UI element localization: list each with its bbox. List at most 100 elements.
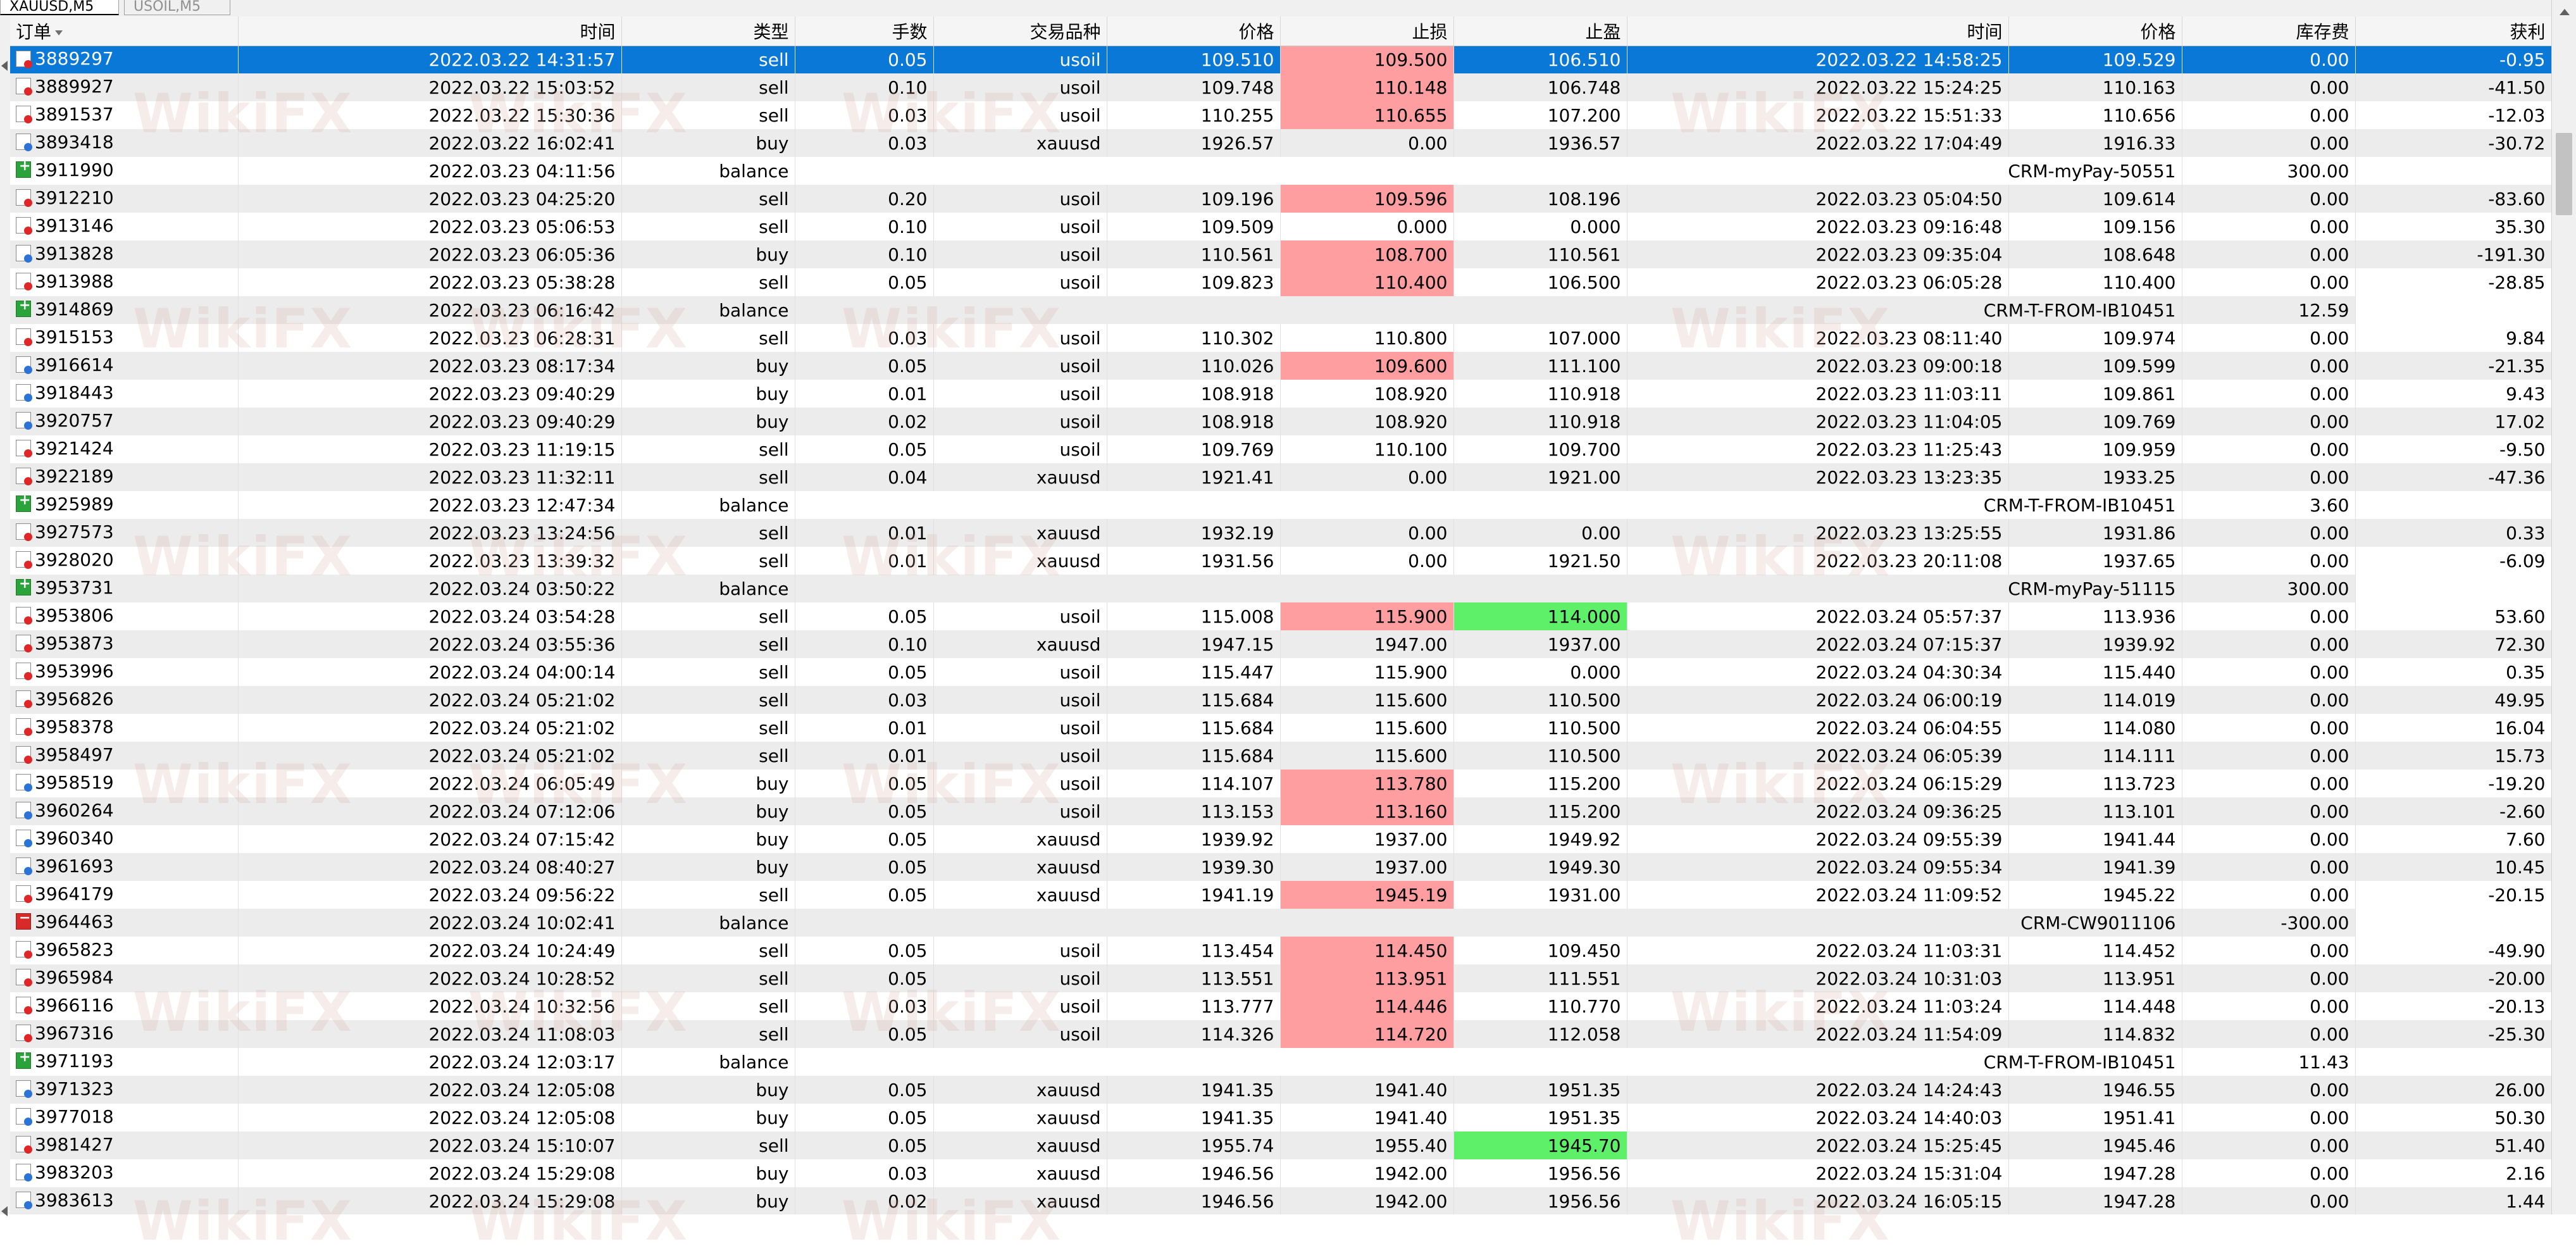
table-row[interactable]: 3925989 2022.03.23 12:47:34balanceCRM-T-F… bbox=[10, 491, 2551, 519]
table-row[interactable]: 3981427 2022.03.24 15:10:07 sell 0.05 xauusd… bbox=[10, 1131, 2551, 1159]
cell-open-time: 2022.03.24 09:56:22 bbox=[238, 881, 622, 909]
cell-profit: -41.50 bbox=[2355, 73, 2551, 101]
col-header-swap[interactable]: 库存费 bbox=[2182, 16, 2356, 46]
table-row[interactable]: 3916614 2022.03.23 08:17:34 buy 0.05 usoil 11… bbox=[10, 352, 2551, 380]
cell-take-profit: 112.058 bbox=[1453, 1020, 1627, 1048]
table-row[interactable]: 3977018 2022.03.24 12:05:08 buy 0.05 xauusd 1… bbox=[10, 1104, 2551, 1131]
table-row[interactable]: 3915153 2022.03.23 06:28:31 sell 0.03 usoil 1… bbox=[10, 324, 2551, 352]
table-row[interactable]: 3893418 2022.03.22 16:02:41 buy 0.03 xauusd 1… bbox=[10, 129, 2551, 157]
vertical-scrollbar[interactable] bbox=[2551, 0, 2576, 1214]
tab-xauusd-m5[interactable]: XAUUSD,M5 bbox=[0, 0, 119, 15]
cell-profit: 15.73 bbox=[2355, 742, 2551, 770]
table-row[interactable]: 3912210 2022.03.23 04:25:20 sell 0.20 usoil 1… bbox=[10, 185, 2551, 213]
table-row[interactable]: 3971193 2022.03.24 12:03:17balanceCRM-T-F… bbox=[10, 1048, 2551, 1076]
cell-open-time: 2022.03.23 05:06:53 bbox=[238, 213, 622, 240]
ticket-number: 3911990 bbox=[35, 159, 114, 180]
cell-open-price: 1941.35 bbox=[1107, 1104, 1281, 1131]
cell-take-profit: 1945.70 bbox=[1453, 1131, 1627, 1159]
table-row[interactable]: 3953731 2022.03.24 03:50:22balanceCRM-myP… bbox=[10, 575, 2551, 602]
table-row[interactable]: 3891537 2022.03.22 15:30:36 sell 0.03 usoil 1… bbox=[10, 101, 2551, 129]
table-row[interactable]: 3983613 2022.03.24 15:29:08 buy 0.02 xauusd 1… bbox=[10, 1187, 2551, 1214]
table-row[interactable]: 3964463 2022.03.24 10:02:41balanceCRM-CW9… bbox=[10, 909, 2551, 937]
cell-close-price: 109.614 bbox=[2008, 185, 2182, 213]
cell-take-profit: 106.510 bbox=[1453, 46, 1627, 73]
table-row[interactable]: 3956826 2022.03.24 05:21:02 sell 0.03 usoil 1… bbox=[10, 686, 2551, 714]
table-row[interactable]: 3958378 2022.03.24 05:21:02 sell 0.01 usoil 1… bbox=[10, 714, 2551, 742]
col-header-volume[interactable]: 手数 bbox=[795, 16, 934, 46]
table-row[interactable]: 3966116 2022.03.24 10:32:56 sell 0.03 usoil 1… bbox=[10, 992, 2551, 1020]
cell-open-time: 2022.03.23 13:39:32 bbox=[238, 547, 622, 575]
col-header-symbol[interactable]: 交易品种 bbox=[933, 16, 1107, 46]
cell-open-price: 109.196 bbox=[1107, 185, 1281, 213]
table-row[interactable]: 3953873 2022.03.24 03:55:36 sell 0.10 xauusd… bbox=[10, 630, 2551, 658]
cell-profit: -2.60 bbox=[2355, 797, 2551, 825]
cell-type: buy bbox=[621, 770, 795, 797]
table-row[interactable]: 3953996 2022.03.24 04:00:14 sell 0.05 usoil 1… bbox=[10, 658, 2551, 686]
table-row[interactable]: 3971323 2022.03.24 12:05:08 buy 0.05 xauusd 1… bbox=[10, 1076, 2551, 1104]
collapse-arrow-icon[interactable] bbox=[1, 1206, 8, 1216]
cell-symbol: xauusd bbox=[933, 1159, 1107, 1187]
table-row[interactable]: 3953806 2022.03.24 03:54:28 sell 0.05 usoil 1… bbox=[10, 602, 2551, 630]
table-row[interactable]: 3913828 2022.03.23 06:05:36 buy 0.10 usoil 11… bbox=[10, 240, 2551, 268]
table-row[interactable]: 3965823 2022.03.24 10:24:49 sell 0.05 usoil 1… bbox=[10, 937, 2551, 964]
col-header-stop-loss[interactable]: 止损 bbox=[1280, 16, 1454, 46]
col-header-open-price[interactable]: 价格 bbox=[1107, 16, 1281, 46]
col-header-close-time[interactable]: 时间 bbox=[1627, 16, 2009, 46]
table-row[interactable]: 3967316 2022.03.24 11:08:03 sell 0.05 usoil 1… bbox=[10, 1020, 2551, 1048]
table-row[interactable]: 3961693 2022.03.24 08:40:27 buy 0.05 xauusd 1… bbox=[10, 853, 2551, 881]
table-row[interactable]: 3911990 2022.03.23 04:11:56balanceCRM-myP… bbox=[10, 157, 2551, 185]
ticket-number: 3912210 bbox=[35, 187, 114, 208]
table-row[interactable]: 3889927 2022.03.22 15:03:52 sell 0.10 usoil 1… bbox=[10, 73, 2551, 101]
cell-volume: 0.05 bbox=[795, 435, 934, 463]
cell-symbol: xauusd bbox=[933, 463, 1107, 491]
scroll-thumb[interactable] bbox=[2556, 133, 2572, 215]
cell-close-time: 2022.03.23 13:23:35 bbox=[1627, 463, 2009, 491]
table-row[interactable]: 3914869 2022.03.23 06:16:42balanceCRM-T-F… bbox=[10, 296, 2551, 324]
table-row[interactable]: 3928020 2022.03.23 13:39:32 sell 0.01 xauusd… bbox=[10, 547, 2551, 575]
table-row[interactable]: 3927573 2022.03.23 13:24:56 sell 0.01 xauusd… bbox=[10, 519, 2551, 547]
cell-type: sell bbox=[621, 964, 795, 992]
cell-swap: 0.00 bbox=[2182, 352, 2356, 380]
table-row[interactable]: 3913988 2022.03.23 05:38:28 sell 0.05 usoil 1… bbox=[10, 268, 2551, 296]
table-row[interactable]: 3958497 2022.03.24 05:21:02 sell 0.01 usoil 1… bbox=[10, 742, 2551, 770]
table-row[interactable]: 3964179 2022.03.24 09:56:22 sell 0.05 xauusd… bbox=[10, 881, 2551, 909]
table-row[interactable]: 3965984 2022.03.24 10:28:52 sell 0.05 usoil 1… bbox=[10, 964, 2551, 992]
cell-symbol: usoil bbox=[933, 770, 1107, 797]
cell-close-price: 1939.92 bbox=[2008, 630, 2182, 658]
cell-open-time: 2022.03.23 06:16:42 bbox=[238, 296, 622, 324]
col-header-take-profit[interactable]: 止盈 bbox=[1453, 16, 1627, 46]
cell-type: sell bbox=[621, 101, 795, 129]
cell-symbol: usoil bbox=[933, 324, 1107, 352]
cell-open-price: 115.447 bbox=[1107, 658, 1281, 686]
cell-symbol: usoil bbox=[933, 408, 1107, 435]
col-header-open-time[interactable]: 时间 bbox=[238, 16, 622, 46]
col-header-profit[interactable]: 获利 bbox=[2355, 16, 2551, 46]
table-row[interactable]: 3958519 2022.03.24 06:05:49 buy 0.05 usoil 11… bbox=[10, 770, 2551, 797]
cell-type: sell bbox=[621, 742, 795, 770]
table-row[interactable]: 3920757 2022.03.23 09:40:29 buy 0.02 usoil 10… bbox=[10, 408, 2551, 435]
col-header-type[interactable]: 类型 bbox=[621, 16, 795, 46]
tab-usoil-m5[interactable]: USOIL,M5 bbox=[124, 0, 230, 15]
table-row[interactable]: 3922189 2022.03.23 11:32:11 sell 0.04 xauusd… bbox=[10, 463, 2551, 491]
table-row[interactable]: 3918443 2022.03.23 09:40:29 buy 0.01 usoil 10… bbox=[10, 380, 2551, 408]
cell-stop-loss: 1942.00 bbox=[1280, 1159, 1454, 1187]
cell-close-price: 109.156 bbox=[2008, 213, 2182, 240]
col-header-ticket[interactable]: 订单 bbox=[10, 16, 239, 46]
collapse-arrow-icon[interactable] bbox=[1, 61, 8, 71]
col-header-close-price[interactable]: 价格 bbox=[2008, 16, 2182, 46]
table-row[interactable]: 3913146 2022.03.23 05:06:53 sell 0.10 usoil 1… bbox=[10, 213, 2551, 240]
cell-stop-loss: 108.700 bbox=[1280, 240, 1454, 268]
table-row[interactable]: 3889297 2022.03.22 14:31:57 sell 0.05 usoil 1… bbox=[10, 46, 2551, 73]
scroll-up-icon[interactable] bbox=[2552, 0, 2576, 25]
cell-open-price: 108.918 bbox=[1107, 380, 1281, 408]
table-row[interactable]: 3983203 2022.03.24 15:29:08 buy 0.03 xauusd 1… bbox=[10, 1159, 2551, 1187]
cell-open-time: 2022.03.22 15:03:52 bbox=[238, 73, 622, 101]
table-row[interactable]: 3960340 2022.03.24 07:15:42 buy 0.05 xauusd 1… bbox=[10, 825, 2551, 853]
table-row[interactable]: 3960264 2022.03.24 07:12:06 buy 0.05 usoil 11… bbox=[10, 797, 2551, 825]
cell-open-price: 113.454 bbox=[1107, 937, 1281, 964]
table-row[interactable]: 3921424 2022.03.23 11:19:15 sell 0.05 usoil 1… bbox=[10, 435, 2551, 463]
cell-open-time: 2022.03.24 10:24:49 bbox=[238, 937, 622, 964]
cell-stop-loss: 113.780 bbox=[1280, 770, 1454, 797]
cell-type: buy bbox=[621, 380, 795, 408]
cell-take-profit: 0.000 bbox=[1453, 658, 1627, 686]
